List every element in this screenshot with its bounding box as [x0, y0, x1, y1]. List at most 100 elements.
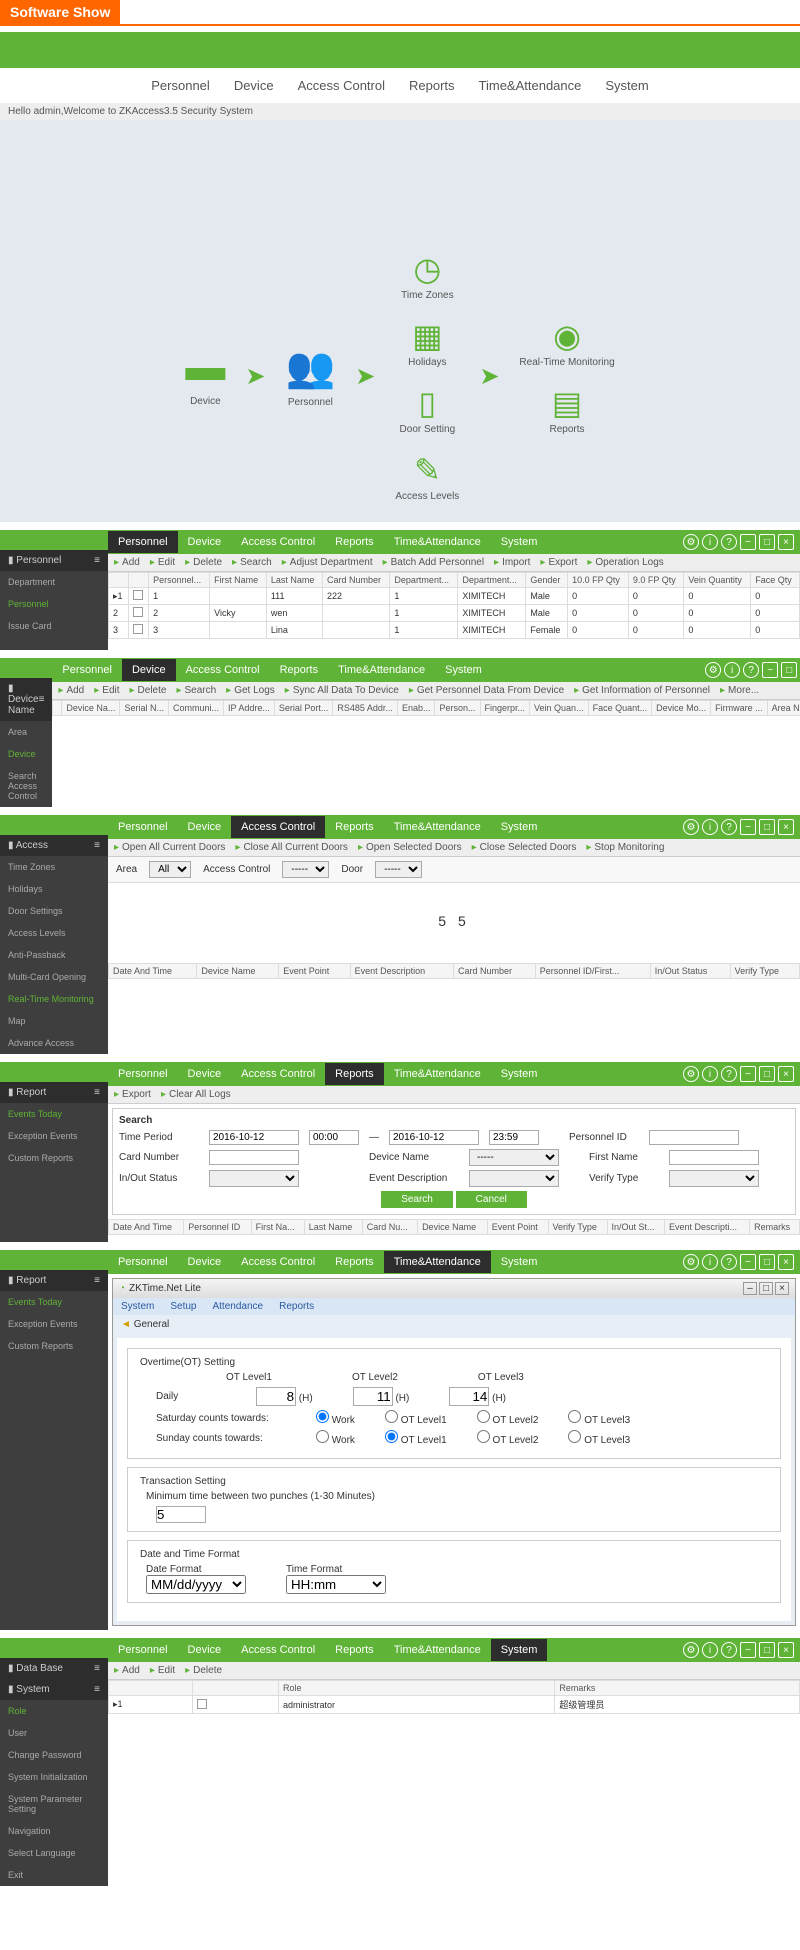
col-header[interactable]: Card Number — [453, 964, 535, 979]
col-header[interactable]: Remarks — [750, 1220, 800, 1235]
tab-device[interactable]: Device — [178, 1251, 232, 1273]
table-row[interactable]: ▸111112221XIMITECHMale0000 — [109, 588, 800, 605]
sun-work[interactable] — [316, 1430, 329, 1443]
col-header[interactable]: Department... — [458, 573, 526, 588]
col-header[interactable]: Enab... — [397, 701, 435, 716]
daily1-input[interactable] — [256, 1387, 296, 1406]
tool-export[interactable]: ▸Export — [540, 557, 577, 568]
tool-delete[interactable]: ▸Delete — [130, 685, 167, 696]
tool-getpersonneldatafromdevice[interactable]: ▸Get Personnel Data From Device — [409, 685, 564, 696]
col-header[interactable]: Communi... — [168, 701, 223, 716]
winbtn-1[interactable]: i — [702, 819, 718, 835]
tab-system[interactable]: System — [491, 531, 548, 553]
winbtn-1[interactable]: i — [702, 1066, 718, 1082]
winbtn-4[interactable]: □ — [759, 1642, 775, 1658]
card-input[interactable] — [209, 1150, 299, 1165]
sun-ot1[interactable] — [385, 1430, 398, 1443]
tamenu-setup[interactable]: Setup — [170, 1301, 196, 1312]
tab-accesscontrol[interactable]: Access Control — [231, 1251, 325, 1273]
tab-accesscontrol[interactable]: Access Control — [231, 816, 325, 838]
winbtn-3[interactable]: − — [740, 1642, 756, 1658]
sidebar-item-navigation[interactable]: Navigation — [0, 1820, 108, 1842]
sun-ot2[interactable] — [477, 1430, 490, 1443]
col-header[interactable]: 10.0 FP Qty — [568, 573, 629, 588]
col-header[interactable]: Verify Type — [548, 1220, 607, 1235]
time1-input[interactable] — [309, 1130, 359, 1145]
tool-stopmonitoring[interactable]: ▸Stop Monitoring — [586, 842, 664, 853]
tab-timeattendance[interactable]: Time&Attendance — [384, 1063, 491, 1085]
tab-timeattendance[interactable]: Time&Attendance — [384, 531, 491, 553]
winbtn-0[interactable]: ⚙ — [683, 534, 699, 550]
tool-edit[interactable]: ▸Edit — [150, 1665, 175, 1676]
tool-add[interactable]: ▸Add — [114, 557, 140, 568]
col-header[interactable]: Area Name — [767, 701, 800, 716]
winbtn-1[interactable]: i — [702, 1254, 718, 1270]
sidebar-item-customreports[interactable]: Custom Reports — [0, 1335, 108, 1357]
sidebar-item-accesslevels[interactable]: Access Levels — [0, 922, 108, 944]
col-header[interactable]: Event Description — [350, 964, 453, 979]
winbtn-0[interactable]: ⚙ — [683, 819, 699, 835]
tool-search[interactable]: ▸Search — [232, 557, 272, 568]
tab-device[interactable]: Device — [178, 1063, 232, 1085]
sidebar-item-exceptionevents[interactable]: Exception Events — [0, 1125, 108, 1147]
table-row[interactable]: ▸1administrator超级管理员 — [109, 1696, 800, 1714]
tool-batchaddpersonnel[interactable]: ▸Batch Add Personnel — [383, 557, 484, 568]
winbtn-2[interactable]: ? — [721, 1642, 737, 1658]
winbtn-0[interactable]: ⚙ — [683, 1642, 699, 1658]
tab-personnel[interactable]: Personnel — [108, 816, 178, 838]
tab-accesscontrol[interactable]: Access Control — [231, 1063, 325, 1085]
sidebar-item-map[interactable]: Map — [0, 1010, 108, 1032]
tab-system[interactable]: System — [491, 1063, 548, 1085]
time-fmt-select[interactable]: HH:mm — [286, 1575, 386, 1594]
col-header[interactable]: Device Na... — [62, 701, 120, 716]
col-header[interactable]: Firmware ... — [711, 701, 768, 716]
sat-ot3[interactable] — [568, 1410, 581, 1423]
tool-delete[interactable]: ▸Delete — [185, 1665, 222, 1676]
sidebar-report[interactable]: ▮ Report≡ — [0, 1082, 108, 1103]
daily2-input[interactable] — [353, 1387, 393, 1406]
tab-device[interactable]: Device — [178, 816, 232, 838]
col-header[interactable]: Gender — [526, 573, 568, 588]
date-fmt-select[interactable]: MM/dd/yyyy — [146, 1575, 246, 1594]
sidebar-personnel[interactable]: ▮ Personnel≡ — [0, 550, 108, 571]
col-header[interactable]: First Name — [210, 573, 267, 588]
tool-clearalllogs[interactable]: ▸Clear All Logs — [161, 1089, 231, 1100]
sidebar-item-area[interactable]: Area — [0, 721, 52, 743]
tab-device[interactable]: Device — [178, 1639, 232, 1661]
tab-reports[interactable]: Reports — [325, 816, 384, 838]
col-header[interactable]: Role — [278, 1681, 554, 1696]
tool-syncalldatatodevice[interactable]: ▸Sync All Data To Device — [285, 685, 399, 696]
col-header[interactable]: Serial N... — [120, 701, 169, 716]
sidebar-access[interactable]: ▮ Access≡ — [0, 835, 108, 856]
tool-import[interactable]: ▸Import — [494, 557, 530, 568]
winbtn-5[interactable]: × — [778, 1066, 794, 1082]
col-header[interactable]: Date And Time — [109, 1220, 184, 1235]
col-header[interactable]: Event Point — [487, 1220, 548, 1235]
pid-input[interactable] — [649, 1130, 739, 1145]
sidebar-item-advanceaccess[interactable]: Advance Access — [0, 1032, 108, 1054]
winbtn-1[interactable]: i — [724, 662, 740, 678]
table-row[interactable]: 22Vickywen1XIMITECHMale0000 — [109, 605, 800, 622]
winbtn-5[interactable]: × — [778, 819, 794, 835]
col-header[interactable]: Verify Type — [730, 964, 799, 979]
tamenu-reports[interactable]: Reports — [279, 1301, 314, 1312]
tab-system[interactable]: System — [491, 1251, 548, 1273]
sidebar-database[interactable]: ▮ Data Base≡ — [0, 1658, 108, 1679]
tab-reports[interactable]: Reports — [325, 1063, 384, 1085]
tool-delete[interactable]: ▸Delete — [185, 557, 222, 568]
winbtn-4[interactable]: □ — [759, 534, 775, 550]
daily3-input[interactable] — [449, 1387, 489, 1406]
winbtn-3[interactable]: − — [740, 1066, 756, 1082]
tab-reports[interactable]: Reports — [325, 531, 384, 553]
winbtn-3[interactable]: − — [740, 534, 756, 550]
col-header[interactable]: Face Qty — [751, 573, 800, 588]
sidebar-item-user[interactable]: User — [0, 1722, 108, 1744]
col-header[interactable] — [109, 1681, 193, 1696]
door-select[interactable]: ----- — [375, 861, 422, 878]
col-header[interactable]: Personnel ID/First... — [535, 964, 650, 979]
trans-val-input[interactable] — [156, 1506, 206, 1523]
col-header[interactable] — [192, 1681, 278, 1696]
col-header[interactable]: IP Addre... — [223, 701, 274, 716]
tool-closeselecteddoors[interactable]: ▸Close Selected Doors — [472, 842, 577, 853]
sidebar-item-changepassword[interactable]: Change Password — [0, 1744, 108, 1766]
